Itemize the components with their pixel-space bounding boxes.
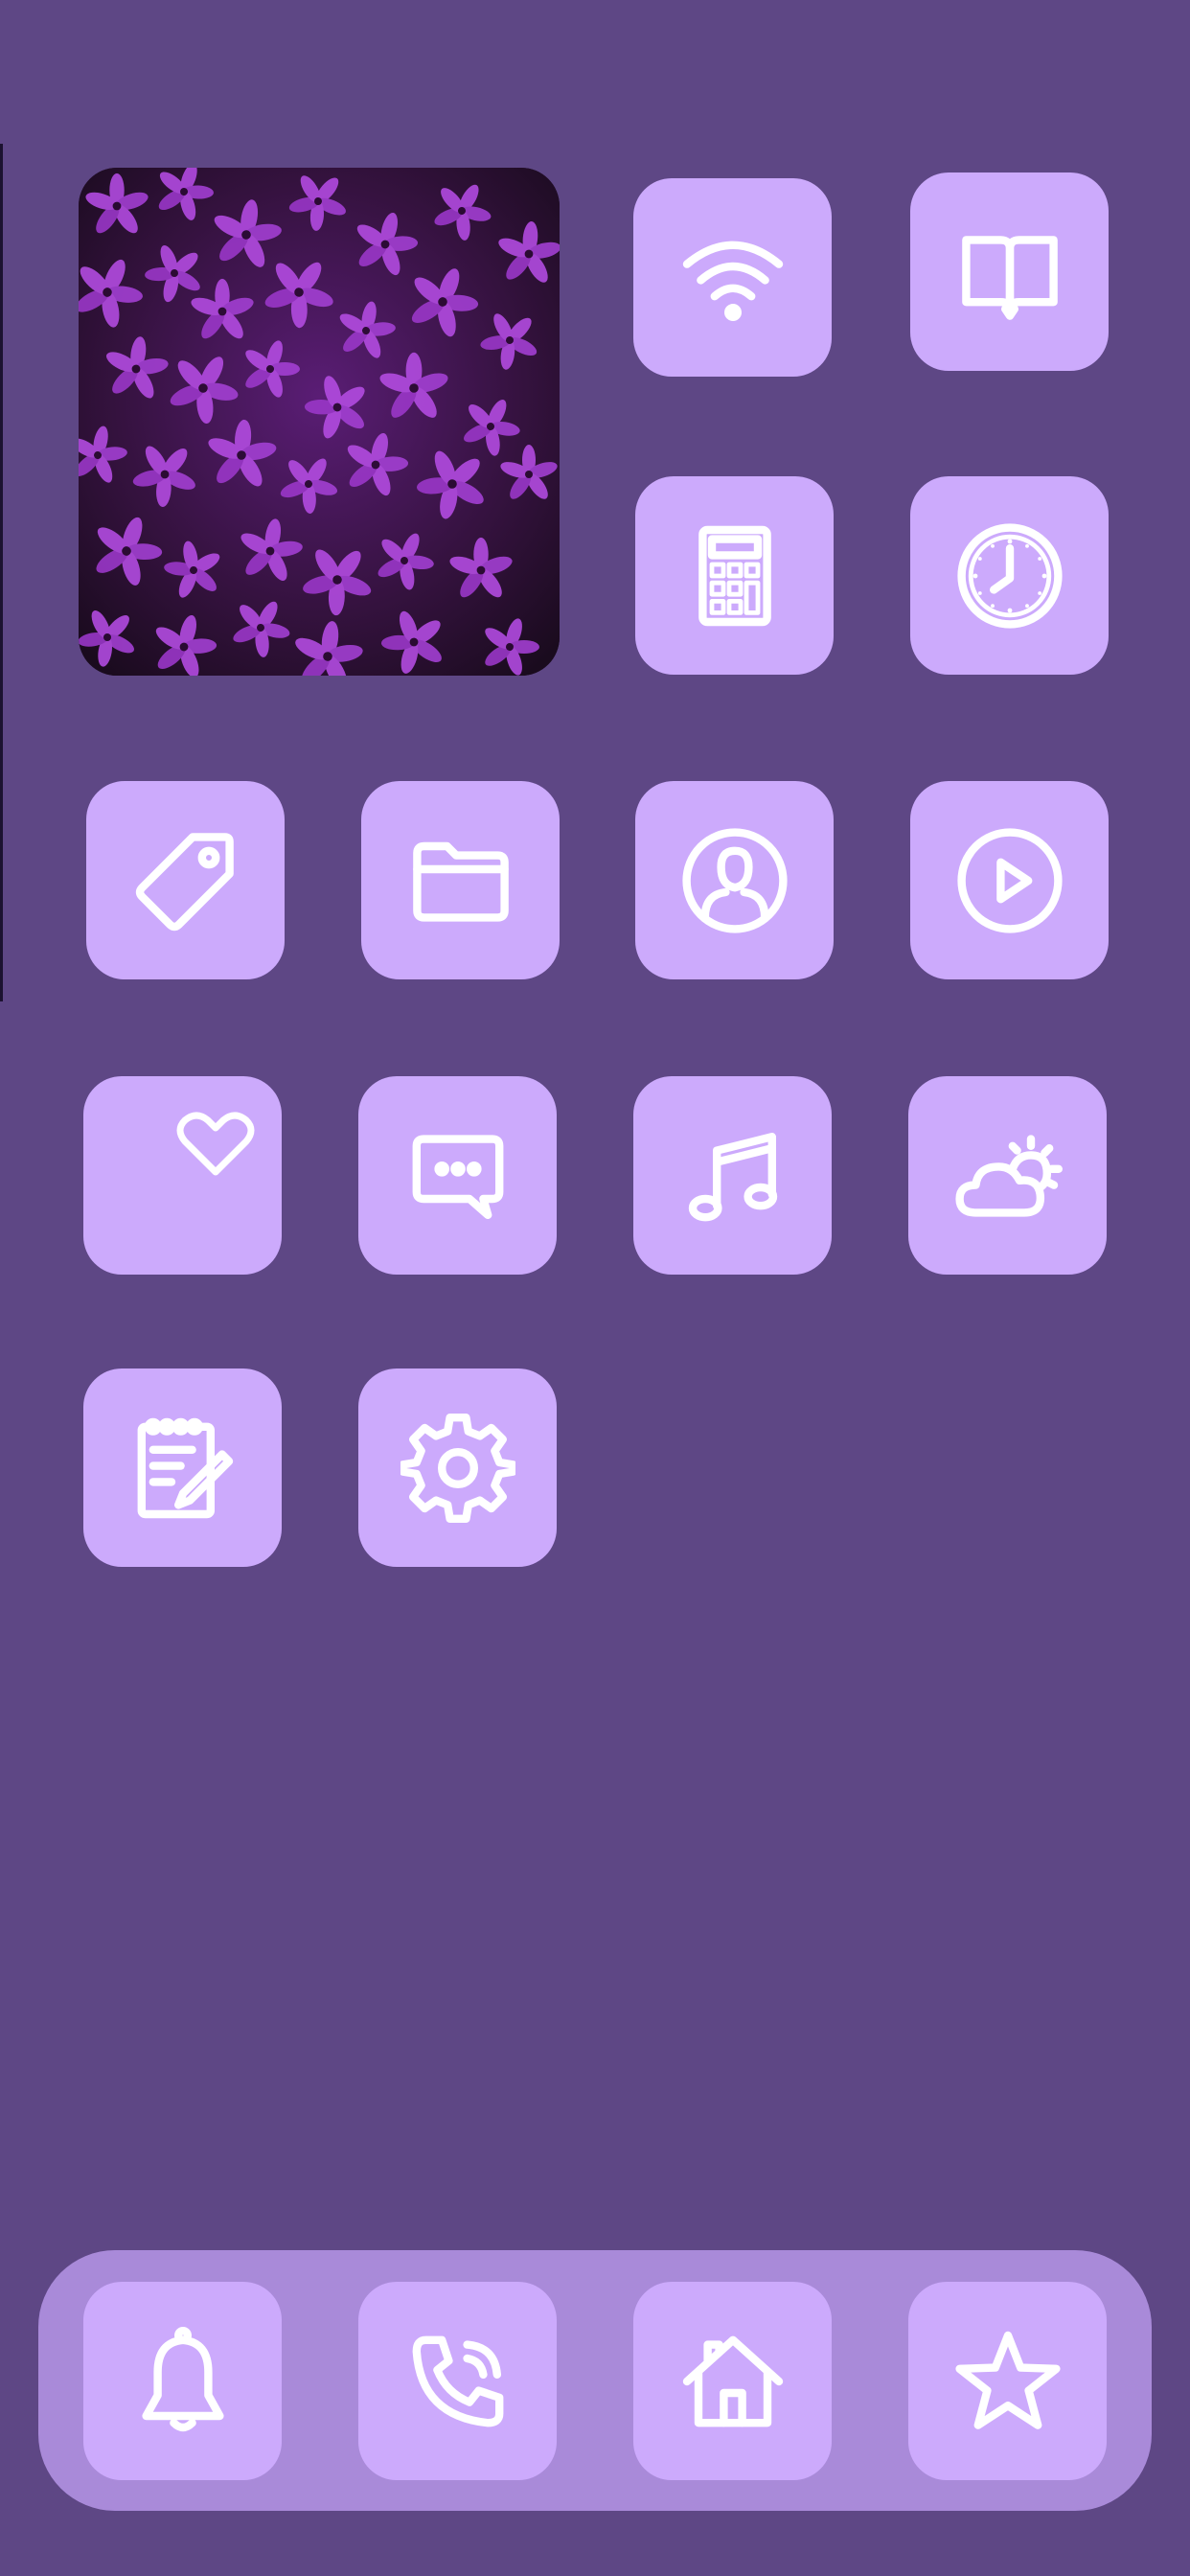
calculator-icon — [677, 518, 792, 633]
app-wifi[interactable] — [633, 178, 832, 377]
app-files[interactable] — [361, 781, 560, 979]
app-music[interactable] — [633, 1076, 832, 1275]
message-icon — [400, 1118, 515, 1233]
app-clock[interactable] — [910, 476, 1109, 675]
star-icon — [950, 2324, 1065, 2439]
photo-widget[interactable] — [79, 168, 560, 676]
book-icon — [952, 215, 1067, 330]
dock-app-phone[interactable] — [358, 2282, 557, 2480]
app-books[interactable] — [910, 172, 1109, 371]
bell-icon — [126, 2324, 240, 2439]
clock-icon — [952, 518, 1067, 633]
flower-photo — [79, 168, 560, 676]
app-contacts[interactable] — [635, 781, 834, 979]
dock-app-notifications[interactable] — [83, 2282, 282, 2480]
app-health[interactable] — [83, 1076, 282, 1275]
contact-icon — [677, 823, 792, 938]
app-settings[interactable] — [358, 1368, 557, 1567]
app-messages[interactable] — [358, 1076, 557, 1275]
notes-icon — [126, 1411, 240, 1526]
home-icon — [675, 2324, 790, 2439]
app-tags[interactable] — [86, 781, 285, 979]
folder-icon — [403, 823, 518, 938]
phone-icon — [400, 2324, 515, 2439]
dock-app-home[interactable] — [633, 2282, 832, 2480]
settings-gear-icon — [400, 1411, 515, 1526]
app-notes[interactable] — [83, 1368, 282, 1567]
weather-icon — [950, 1118, 1065, 1233]
app-calculator[interactable] — [635, 476, 834, 675]
edge-divider — [0, 144, 3, 1001]
wifi-icon — [675, 220, 790, 335]
heart-icon — [83, 1076, 282, 1275]
app-weather[interactable] — [908, 1076, 1107, 1275]
play-icon — [952, 823, 1067, 938]
dock-app-favorites[interactable] — [908, 2282, 1107, 2480]
app-video[interactable] — [910, 781, 1109, 979]
home-screen — [0, 0, 1190, 2576]
music-icon — [675, 1118, 790, 1233]
dock — [38, 2250, 1152, 2511]
tag-icon — [128, 823, 243, 938]
